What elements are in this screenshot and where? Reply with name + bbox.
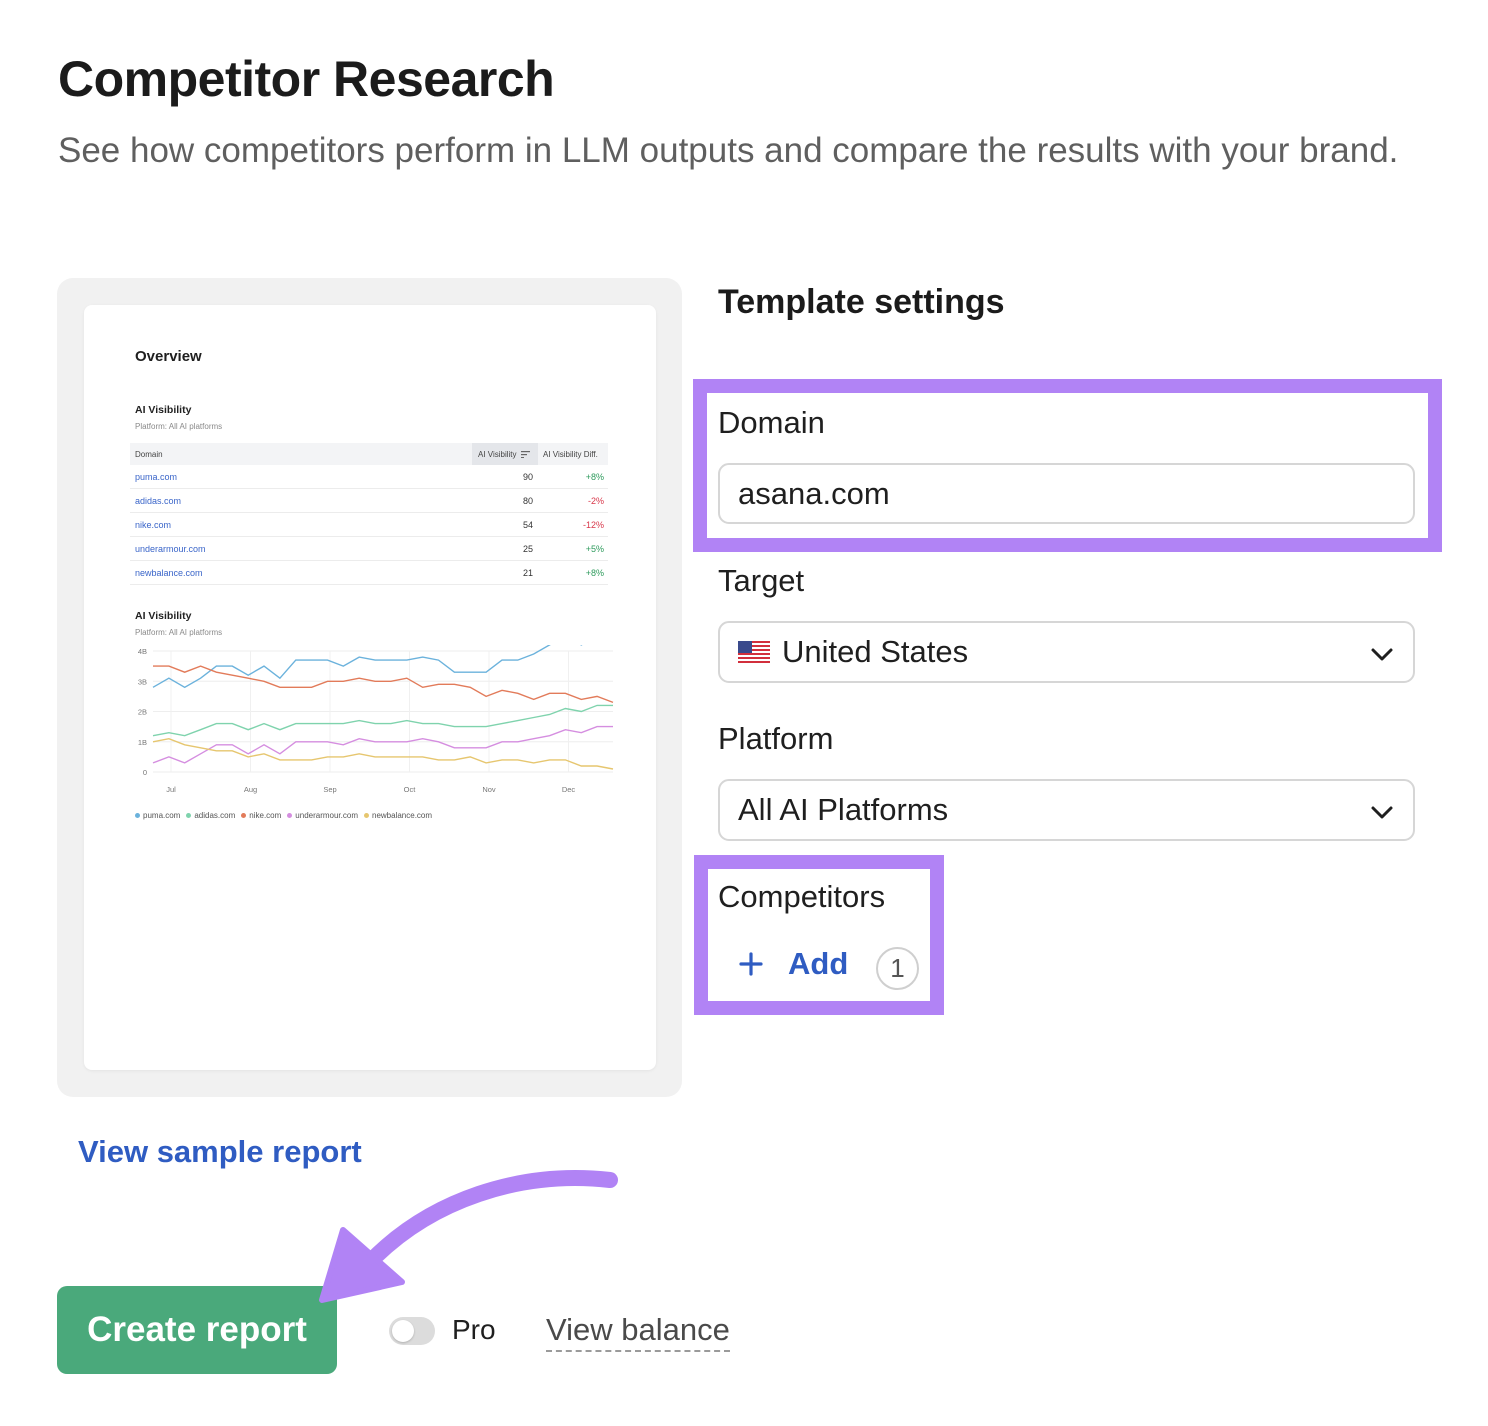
col-ai-visibility-diff: AI Visibility Diff.	[543, 449, 598, 459]
legend-dot	[364, 813, 369, 818]
page-subtitle: See how competitors perform in LLM outpu…	[58, 131, 1399, 170]
legend-label: underarmour.com	[295, 811, 358, 820]
series-line-nike-com	[153, 665, 614, 704]
legend-label: newbalance.com	[372, 811, 433, 820]
row-domain: underarmour.com	[135, 544, 206, 554]
table-row: nike.com 54 -12%	[130, 513, 608, 537]
legend-label: puma.com	[143, 811, 181, 820]
x-tick-label: Dec	[562, 785, 576, 794]
row-diff: -12%	[582, 520, 604, 530]
chevron-down-icon	[1371, 648, 1393, 661]
row-diff: -2%	[587, 496, 604, 506]
series-line-newbalance-com	[152, 737, 614, 770]
page-title: Competitor Research	[58, 51, 555, 107]
x-tick-label: Aug	[244, 785, 257, 794]
row-diff: +8%	[585, 472, 604, 482]
platform-select[interactable]: All AI Platforms	[718, 779, 1415, 841]
chevron-down-icon	[1371, 806, 1393, 819]
row-visibility: 54	[522, 520, 533, 530]
legend-label: nike.com	[249, 811, 282, 820]
us-flag-icon	[738, 641, 770, 663]
preview-table-subtitle: Platform: All AI platforms	[135, 422, 223, 431]
toggle-knob	[392, 1320, 414, 1342]
table-row: underarmour.com 25 +5%	[130, 537, 608, 561]
row-domain: adidas.com	[135, 496, 182, 506]
template-settings-title: Template settings	[718, 283, 1005, 321]
competitors-highlight-box	[694, 855, 944, 1015]
arrow-shaft	[362, 1170, 618, 1270]
col-domain: Domain	[135, 449, 163, 459]
y-tick-label: 1B	[138, 738, 147, 747]
view-balance-link[interactable]: View balance	[546, 1312, 730, 1352]
pro-toggle[interactable]	[389, 1317, 435, 1345]
row-visibility: 80	[522, 496, 533, 506]
row-visibility: 90	[522, 472, 533, 482]
y-tick-label: 4B	[138, 647, 147, 656]
legend-dot	[186, 813, 192, 818]
domain-highlight-box	[693, 379, 1442, 552]
pro-label: Pro	[452, 1314, 496, 1345]
preview-table-header: Domain AI Visibility AI Visibility Diff.	[130, 443, 608, 465]
legend-item: adidas.com	[186, 811, 235, 820]
legend-dot	[241, 813, 247, 818]
report-preview-sheet: Overview AI Visibility Platform: All AI …	[84, 305, 656, 1070]
row-diff: +5%	[585, 544, 604, 554]
y-tick-label: 2B	[138, 708, 147, 717]
series-line-adidas-com	[152, 704, 613, 737]
legend-item: nike.com	[241, 811, 281, 820]
row-domain: puma.com	[135, 472, 178, 482]
report-preview-card: Overview AI Visibility Platform: All AI …	[57, 278, 682, 1097]
preview-chart-subtitle: Platform: All AI platforms	[135, 628, 223, 637]
legend-item: underarmour.com	[287, 811, 358, 820]
x-tick-label: Oct	[404, 785, 417, 794]
preview-table: Domain AI Visibility AI Visibility Diff.…	[130, 443, 608, 585]
target-value: United States	[782, 634, 969, 669]
legend-dot	[287, 813, 293, 818]
x-tick-label: Jul	[166, 785, 176, 794]
table-row: adidas.com 80 -2%	[130, 489, 608, 513]
row-diff: +8%	[585, 568, 604, 578]
y-tick-label: 0	[143, 768, 147, 777]
platform-value: All AI Platforms	[738, 792, 949, 827]
preview-table-title: AI Visibility	[135, 404, 192, 416]
row-visibility: 25	[522, 544, 533, 554]
legend-label: adidas.com	[194, 811, 236, 820]
legend-item: newbalance.com	[364, 811, 432, 820]
y-tick-label: 3B	[138, 677, 147, 686]
row-visibility: 21	[522, 568, 533, 578]
sort-icon	[520, 450, 530, 458]
platform-label: Platform	[718, 721, 834, 756]
target-select[interactable]: United States	[718, 621, 1415, 683]
preview-line-chart: 4B 3B 2B 1B 0 Jul Aug Sep Oct Nov Dec	[138, 645, 614, 794]
row-domain: nike.com	[135, 520, 172, 530]
preview-chart-title: AI Visibility	[135, 610, 192, 622]
table-row: puma.com 90 +8%	[130, 465, 608, 489]
row-domain: newbalance.com	[135, 568, 203, 578]
col-ai-visibility: AI Visibility	[472, 443, 538, 465]
x-tick-label: Sep	[323, 785, 336, 794]
create-report-button[interactable]: Create report	[57, 1286, 337, 1374]
legend-item: puma.com	[135, 811, 180, 820]
table-row: newbalance.com 21 +8%	[130, 561, 608, 585]
legend-dot	[135, 813, 140, 818]
x-tick-label: Nov	[482, 785, 496, 794]
preview-overview-label: Overview	[135, 348, 202, 365]
col-ai-visibility-label: AI Visibility	[478, 449, 517, 459]
view-sample-report-link[interactable]: View sample report	[78, 1134, 362, 1170]
preview-chart-legend: puma.com adidas.com nike.com underarmour.co…	[135, 811, 432, 820]
target-label: Target	[718, 563, 805, 598]
